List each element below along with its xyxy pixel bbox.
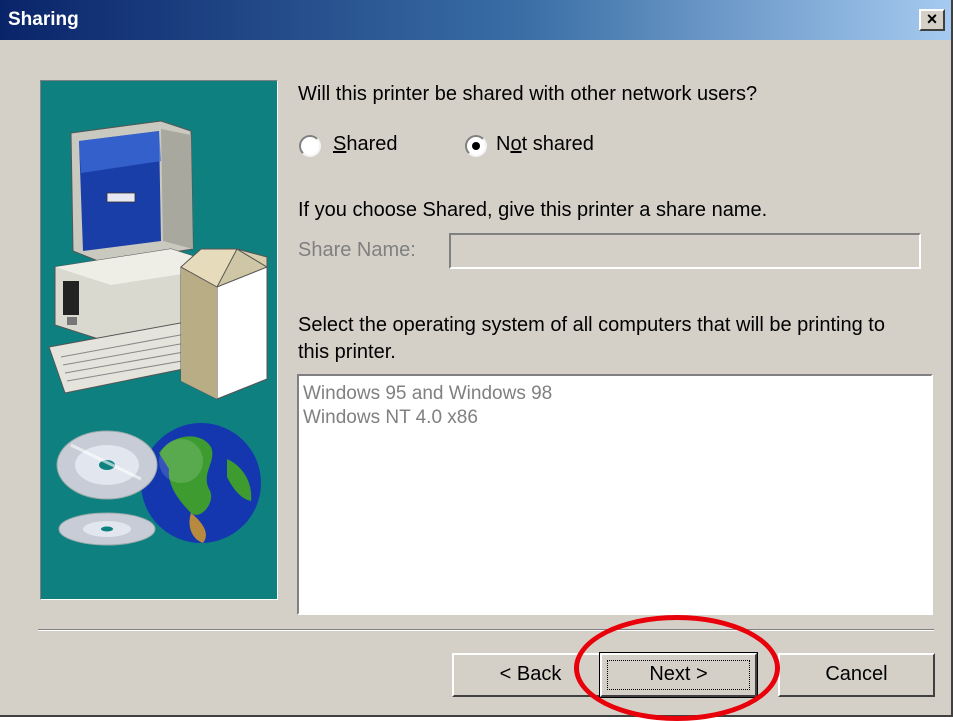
radio-selected-dot [472, 142, 480, 150]
shared-mnemonic: S [333, 133, 347, 155]
wizard-illustration [40, 80, 278, 600]
window-title: Sharing [8, 9, 79, 30]
share-name-hint: If you choose Shared, give this printer … [298, 199, 768, 221]
not-shared-radio[interactable] [465, 135, 487, 157]
share-question: Will this printer be shared with other n… [298, 83, 758, 105]
divider [38, 629, 934, 631]
title-bar[interactable]: Sharing × [0, 0, 951, 40]
list-item[interactable]: Windows NT 4.0 x86 [303, 406, 927, 430]
monitor-icon [70, 120, 194, 264]
next-button[interactable]: Next > [599, 652, 758, 698]
os-listbox[interactable]: Windows 95 and Windows 98 Windows NT 4.0… [297, 374, 933, 615]
share-name-field[interactable] [449, 233, 921, 269]
os-instruction-line1: Select the operating system of all compu… [298, 314, 885, 336]
shared-radio[interactable] [299, 135, 321, 157]
cd-icon [56, 430, 158, 500]
list-item[interactable]: Windows 95 and Windows 98 [303, 382, 927, 406]
sharing-dialog: Sharing × Will this printer be shared wi… [0, 0, 953, 717]
share-name-label: Share Name: [298, 239, 416, 261]
shared-radio-label[interactable]: Shared [333, 133, 398, 156]
os-instruction-line2: this printer. [298, 341, 396, 363]
close-icon[interactable]: × [919, 9, 945, 31]
not-shared-radio-label[interactable]: Not shared [496, 133, 594, 156]
not-shared-mnemonic: o [510, 133, 522, 155]
cancel-button[interactable]: Cancel [778, 653, 935, 697]
back-button[interactable]: < Back [452, 653, 609, 697]
cd-icon-small [58, 512, 156, 546]
computer-globe-illustration [48, 120, 268, 546]
globe-icon [141, 423, 261, 543]
software-box-icon [180, 248, 268, 400]
focus-rectangle [607, 660, 750, 690]
